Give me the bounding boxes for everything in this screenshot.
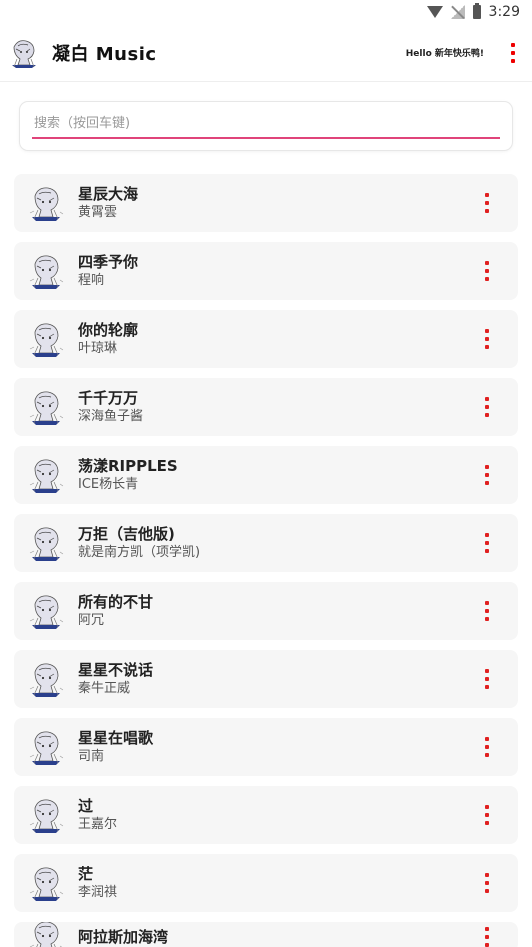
search-box — [20, 102, 512, 150]
song-list-item[interactable]: 过 王嘉尔 — [14, 786, 518, 844]
song-cover-icon — [26, 922, 66, 947]
song-text: 星辰大海 黄霄雲 — [78, 184, 138, 222]
song-title: 星星不说话 — [78, 661, 154, 679]
song-more-icon[interactable] — [478, 532, 496, 554]
song-title: 千千万万 — [78, 389, 139, 407]
status-time: 3:29 — [488, 4, 520, 20]
song-artist: 李润祺 — [78, 885, 118, 900]
song-cover-icon — [26, 455, 66, 495]
song-artist: 司南 — [78, 749, 105, 764]
song-text: 你的轮廓 叶琼琳 — [78, 320, 138, 358]
song-text: 四季予你 程响 — [78, 252, 138, 290]
song-title: 四季予你 — [78, 253, 139, 271]
song-title: 你的轮廓 — [78, 321, 139, 339]
song-list-item[interactable]: 星星在唱歌 司南 — [14, 718, 518, 776]
song-artist: 程响 — [78, 273, 105, 288]
song-text: 荡漾RIPPLES ICE杨长青 — [78, 456, 178, 494]
song-cover-icon — [26, 863, 66, 903]
app-title: 凝白 Music — [52, 43, 157, 65]
song-cover-icon — [26, 183, 66, 223]
song-more-icon[interactable] — [478, 396, 496, 418]
song-title: 阿拉斯加海湾 — [78, 928, 169, 946]
song-artist: ICE杨长青 — [78, 477, 139, 492]
song-title: 万拒（吉他版) — [78, 525, 175, 543]
song-more-icon[interactable] — [478, 668, 496, 690]
status-bar: 3:29 — [0, 0, 532, 24]
song-list-item[interactable]: 荡漾RIPPLES ICE杨长青 — [14, 446, 518, 504]
song-text: 星星在唱歌 司南 — [78, 728, 153, 766]
search-container — [0, 82, 532, 150]
signal-off-icon — [450, 5, 465, 19]
song-artist: 阿冗 — [78, 613, 105, 628]
song-title: 过 — [78, 797, 94, 815]
song-title: 星辰大海 — [78, 185, 139, 203]
song-more-icon[interactable] — [478, 736, 496, 758]
search-input[interactable] — [32, 112, 500, 139]
song-more-icon[interactable] — [478, 260, 496, 282]
song-list-item[interactable]: 星星不说话 秦牛正威 — [14, 650, 518, 708]
song-cover-icon — [26, 591, 66, 631]
song-artist: 王嘉尔 — [78, 817, 118, 832]
song-cover-icon — [26, 523, 66, 563]
song-list-item[interactable]: 茫 李润祺 — [14, 854, 518, 912]
song-text: 万拒（吉他版) 就是南方凯（项学凯) — [78, 524, 200, 562]
song-cover-icon — [26, 795, 66, 835]
song-artist: 叶琼琳 — [78, 341, 118, 356]
more-vertical-icon[interactable] — [504, 41, 522, 65]
song-more-icon[interactable] — [478, 804, 496, 826]
song-more-icon[interactable] — [478, 872, 496, 894]
song-list-item[interactable]: 星辰大海 黄霄雲 — [14, 174, 518, 232]
song-more-icon[interactable] — [478, 600, 496, 622]
song-list-item[interactable]: 所有的不甘 阿冗 — [14, 582, 518, 640]
song-list: 星辰大海 黄霄雲 四季予你 程响 你的轮廓 叶琼琳 千千万万 深海鱼子酱 荡漾R… — [0, 174, 532, 947]
song-more-icon[interactable] — [478, 328, 496, 350]
song-artist: 就是南方凯（项学凯) — [78, 545, 201, 560]
song-cover-icon — [26, 387, 66, 427]
song-list-item[interactable]: 千千万万 深海鱼子酱 — [14, 378, 518, 436]
song-text: 千千万万 深海鱼子酱 — [78, 388, 143, 426]
app-bar: 凝白 Music Hello 新年快乐鸭! — [0, 24, 532, 82]
song-text: 茫 李润祺 — [78, 864, 117, 902]
song-list-item[interactable]: 你的轮廓 叶琼琳 — [14, 310, 518, 368]
wifi-icon — [426, 6, 443, 18]
song-artist: 黄霄雲 — [78, 205, 118, 220]
song-text: 过 王嘉尔 — [78, 796, 117, 834]
song-cover-icon — [26, 251, 66, 291]
song-title: 荡漾RIPPLES — [78, 457, 178, 475]
song-cover-icon — [26, 659, 66, 699]
app-logo-icon — [8, 37, 40, 69]
song-more-icon[interactable] — [478, 192, 496, 214]
song-artist: 秦牛正威 — [78, 681, 131, 696]
song-cover-icon — [26, 727, 66, 767]
song-title: 所有的不甘 — [78, 593, 154, 611]
greeting-text: Hello 新年快乐鸭! — [405, 49, 484, 59]
song-list-item[interactable]: 四季予你 程响 — [14, 242, 518, 300]
song-artist: 深海鱼子酱 — [78, 409, 144, 424]
song-text: 所有的不甘 阿冗 — [78, 592, 153, 630]
song-more-icon[interactable] — [478, 926, 496, 947]
battery-icon — [472, 3, 481, 19]
song-title: 茫 — [78, 865, 94, 883]
song-text: 阿拉斯加海湾 — [78, 927, 168, 947]
song-list-item[interactable]: 万拒（吉他版) 就是南方凯（项学凯) — [14, 514, 518, 572]
song-text: 星星不说话 秦牛正威 — [78, 660, 153, 698]
song-list-item[interactable]: 阿拉斯加海湾 — [14, 922, 518, 947]
song-more-icon[interactable] — [478, 464, 496, 486]
song-cover-icon — [26, 319, 66, 359]
song-title: 星星在唱歌 — [78, 729, 154, 747]
